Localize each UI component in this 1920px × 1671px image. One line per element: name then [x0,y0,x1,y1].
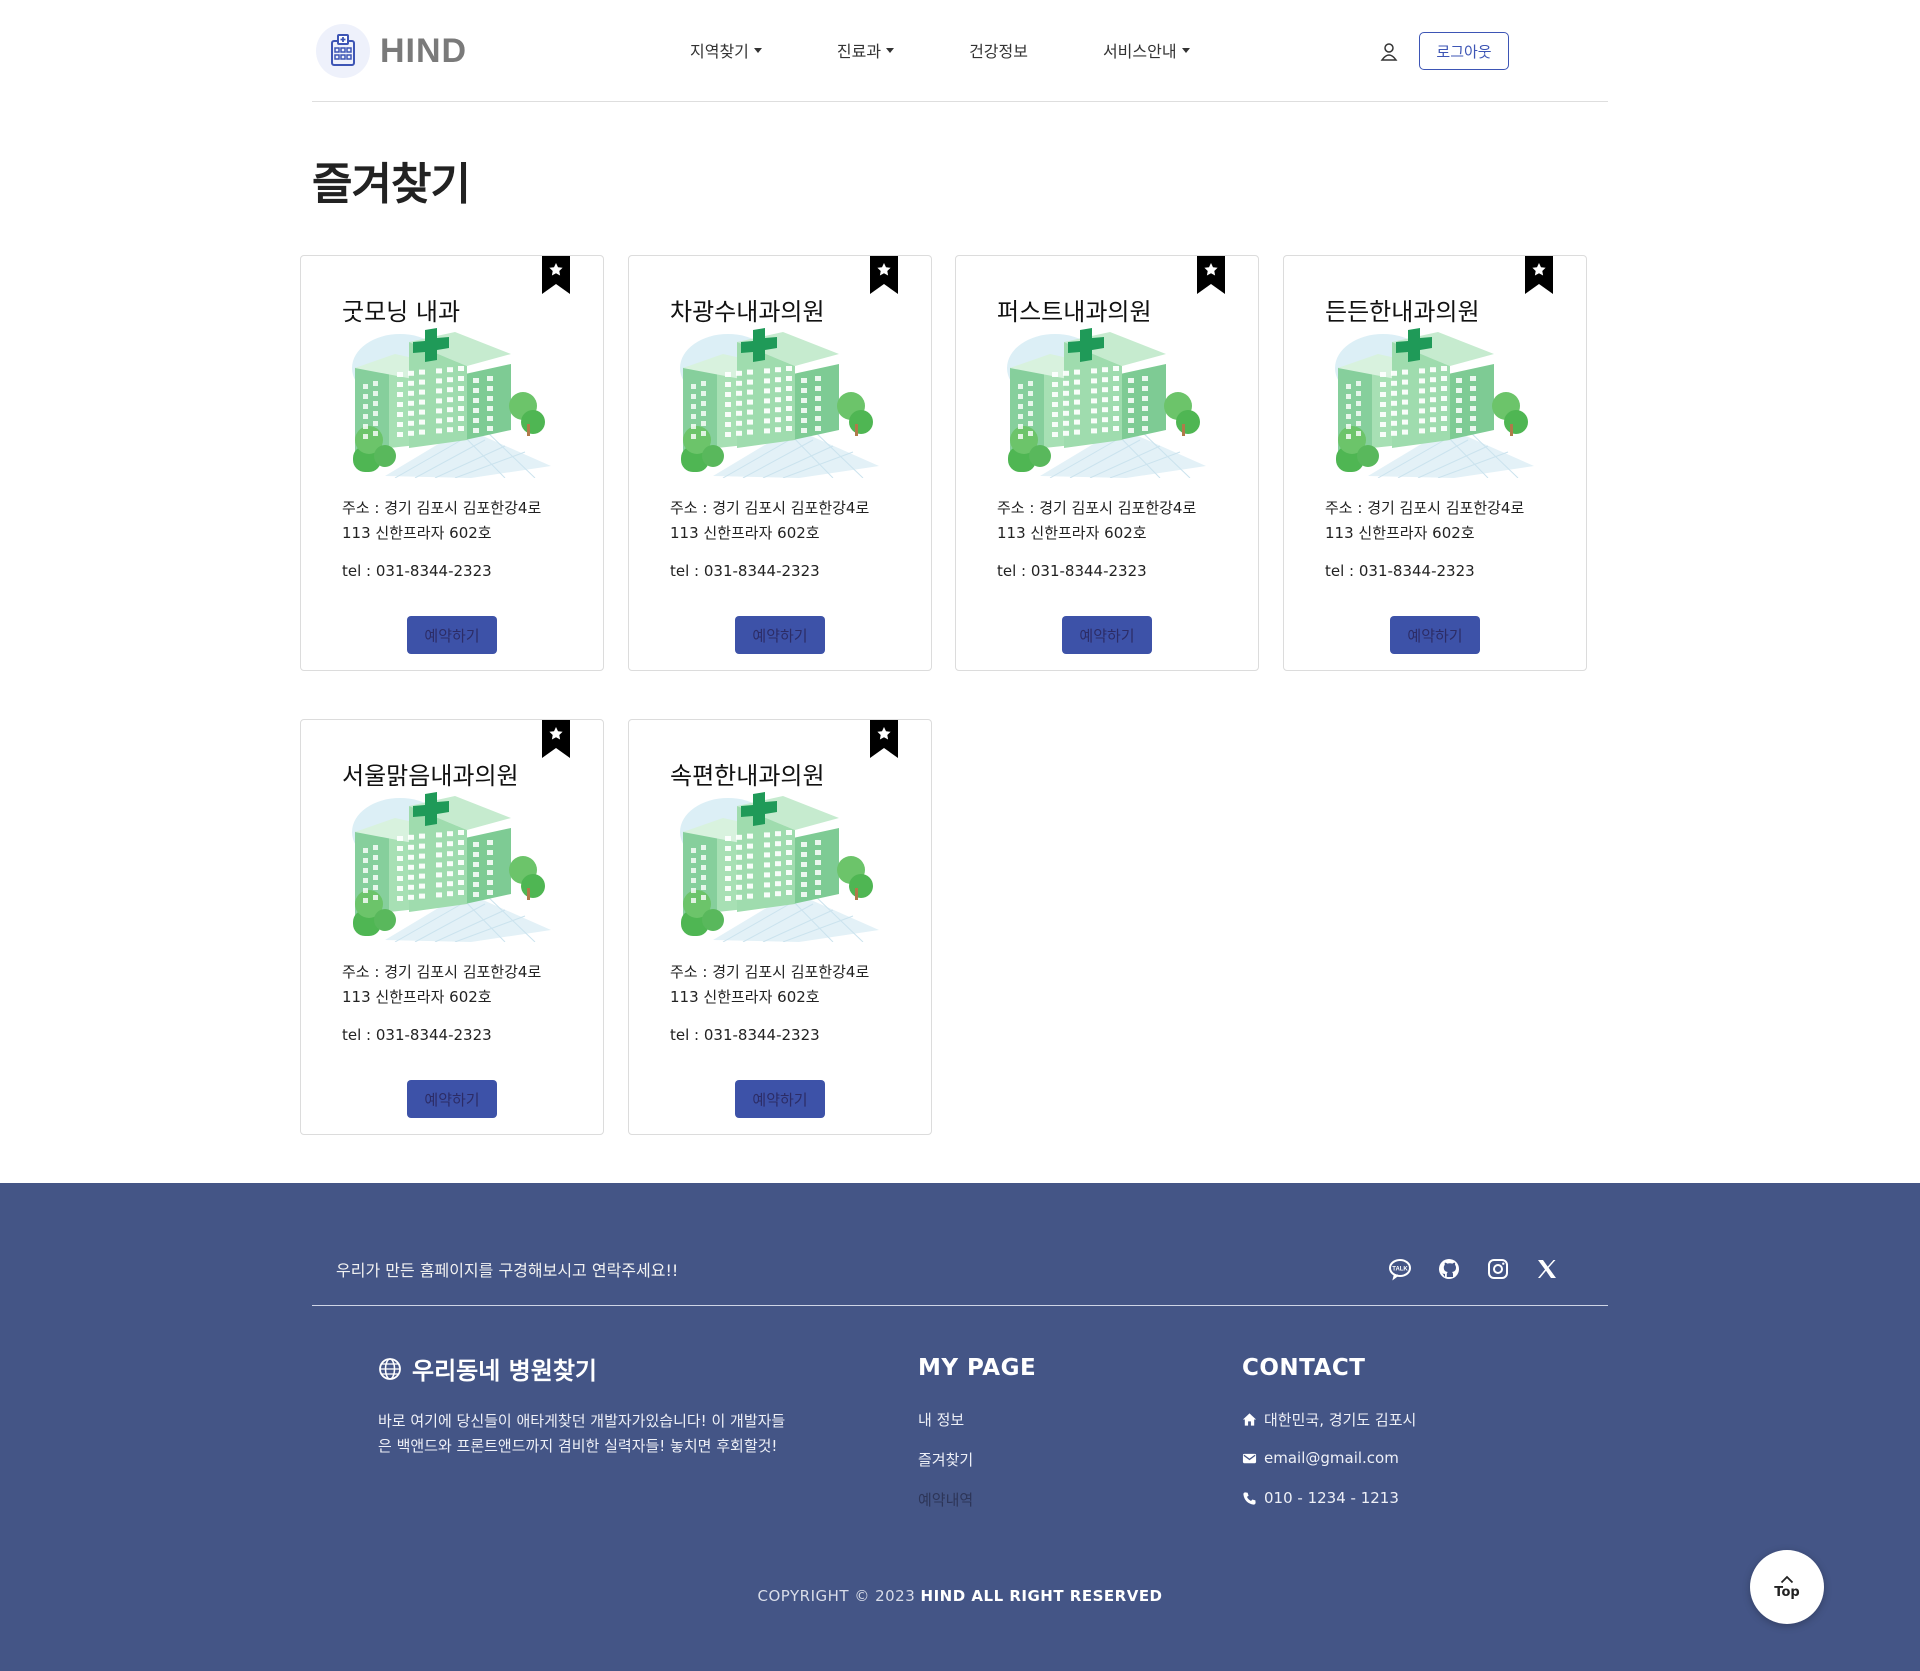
hospital-logo-icon [316,24,370,78]
footer-brand-description: 바로 여기에 당신들이 애타게찾던 개발자가있습니다! 이 개발자들은 백앤드와… [378,1412,786,1455]
bookmark-icon[interactable] [542,720,570,758]
hospital-address: 주소 : 경기 김포시 김포한강4로 113 신한프라자 602호 [997,499,1197,542]
globe-icon [379,1357,401,1380]
hospital-address: 주소 : 경기 김포시 김포한강4로 113 신한프라자 602호 [342,499,542,542]
reserve-button[interactable]: 예약하기 [1390,616,1480,654]
caret-down-icon [753,47,762,53]
copyright: COPYRIGHT © 2023 HIND ALL RIGHT RESERVED [0,1587,1920,1605]
mail-icon [1242,1453,1257,1463]
favorite-card: 속편한내과의원 주소 : 경기 김포시 김포한강4로 113 신한프라자 602… [628,719,932,1135]
nav-item-health-info[interactable]: 건강정보 [969,38,1028,62]
footer-tagline: 우리가 만든 홈페이지를 구경해보시고 연락주세요!! [336,1261,679,1280]
scroll-top-button[interactable]: Top [1750,1550,1824,1624]
instagram-icon[interactable] [1486,1257,1510,1281]
nav-item-service[interactable]: 서비스안내 [1103,38,1190,62]
hospital-tel: tel : 031-8344-2323 [670,1026,820,1044]
home-icon [1242,1413,1257,1426]
hospital-illustration [1335,328,1534,478]
hospital-illustration [680,792,879,942]
logout-button[interactable]: 로그아웃 [1419,32,1509,70]
page-title: 즐겨찾기 [312,159,471,210]
x-icon[interactable] [1535,1257,1559,1281]
nav-item-department[interactable]: 진료과 [836,38,895,62]
nav-label: 진료과 [836,42,882,61]
caret-down-icon [886,47,895,53]
site-footer: 우리가 만든 홈페이지를 구경해보시고 연락주세요!! TALK 우리동네 병원… [0,1183,1920,1671]
bookmark-icon[interactable] [870,256,898,294]
user-icon[interactable] [1380,42,1398,62]
copyright-prefix: COPYRIGHT © 2023 [757,1587,916,1605]
hospital-name: 서울맑음내과의원 [342,762,519,790]
hospital-name: 퍼스트내과의원 [997,298,1152,326]
hospital-address: 주소 : 경기 김포시 김포한강4로 113 신한프라자 602호 [342,963,542,1006]
nav-label: 지역찾기 [690,42,749,61]
footer-brand-title: 우리동네 병원찾기 [412,1357,597,1385]
hospital-tel: tel : 031-8344-2323 [670,562,820,580]
hospital-name: 굿모닝 내과 [342,298,461,326]
reserve-button[interactable]: 예약하기 [407,616,497,654]
contact-email[interactable]: email@gmail.com [1242,1449,1399,1467]
contact-phone[interactable]: 010 - 1234 - 1213 [1242,1489,1399,1507]
mypage-link-favorites[interactable]: 즐겨찾기 [918,1449,973,1470]
favorite-card: 굿모닝 내과 주소 : 경기 김포시 김포한강4로 113 신한프라자 602호… [300,255,604,671]
hospital-name: 든든한내과의원 [1325,298,1480,326]
logo[interactable]: HIND [316,24,467,78]
kakaotalk-icon[interactable]: TALK [1388,1257,1412,1281]
scroll-top-label: Top [1774,1584,1800,1600]
mypage-link-info[interactable]: 내 정보 [918,1409,964,1430]
main-nav: 지역찾기 진료과 건강정보 서비스안내 [690,38,1190,62]
bookmark-icon[interactable] [1197,256,1225,294]
favorite-card: 서울맑음내과의원 주소 : 경기 김포시 김포한강4로 113 신한프라자 60… [300,719,604,1135]
contact-address-text: 대한민국, 경기도 김포시 [1264,1411,1417,1429]
reserve-button[interactable]: 예약하기 [407,1080,497,1118]
favorite-card: 차광수내과의원 주소 : 경기 김포시 김포한강4로 113 신한프라자 602… [628,255,932,671]
hospital-illustration [1007,328,1206,478]
copyright-brand: HIND ALL RIGHT RESERVED [920,1587,1163,1605]
nav-label: 서비스안내 [1102,42,1177,61]
bookmark-icon[interactable] [542,256,570,294]
hospital-tel: tel : 031-8344-2323 [997,562,1147,580]
logo-text: HIND [380,31,468,70]
reserve-button[interactable]: 예약하기 [735,616,825,654]
hospital-tel: tel : 031-8344-2323 [342,1026,492,1044]
hospital-tel: tel : 031-8344-2323 [1325,562,1475,580]
footer-brand: 우리동네 병원찾기 [378,1351,597,1386]
footer-divider [312,1305,1608,1306]
contact-phone-text: 010 - 1234 - 1213 [1264,1489,1399,1507]
nav-label: 건강정보 [969,42,1028,61]
hospital-illustration [352,328,551,478]
contact-email-text: email@gmail.com [1264,1449,1399,1467]
hospital-tel: tel : 031-8344-2323 [342,562,492,580]
favorite-card: 퍼스트내과의원 주소 : 경기 김포시 김포한강4로 113 신한프라자 602… [955,255,1259,671]
hospital-illustration [352,792,551,942]
caret-down-icon [1181,47,1190,53]
nav-item-region[interactable]: 지역찾기 [690,38,762,62]
favorite-card: 든든한내과의원 주소 : 경기 김포시 김포한강4로 113 신한프라자 602… [1283,255,1587,671]
reserve-button[interactable]: 예약하기 [735,1080,825,1118]
phone-icon [1243,1491,1256,1505]
mypage-link-reservations[interactable]: 예약내역 [918,1489,973,1510]
hospital-address: 주소 : 경기 김포시 김포한강4로 113 신한프라자 602호 [1325,499,1525,542]
hospital-address: 주소 : 경기 김포시 김포한강4로 113 신한프라자 602호 [670,963,870,1006]
bookmark-icon[interactable] [1525,256,1553,294]
svg-text:TALK: TALK [1392,1267,1408,1273]
contact-address: 대한민국, 경기도 김포시 [1242,1409,1416,1430]
site-header: HIND 지역찾기 진료과 건강정보 서비스안내 로그아웃 [312,0,1608,102]
hospital-name: 속편한내과의원 [670,762,825,790]
hospital-name: 차광수내과의원 [670,298,825,326]
mypage-title: MY PAGE [918,1355,1037,1381]
github-icon[interactable] [1437,1257,1461,1281]
hospital-illustration [680,328,879,478]
chevron-up-icon [1780,1575,1794,1583]
contact-title: CONTACT [1242,1355,1366,1381]
reserve-button[interactable]: 예약하기 [1062,616,1152,654]
bookmark-icon[interactable] [870,720,898,758]
hospital-address: 주소 : 경기 김포시 김포한강4로 113 신한프라자 602호 [670,499,870,542]
